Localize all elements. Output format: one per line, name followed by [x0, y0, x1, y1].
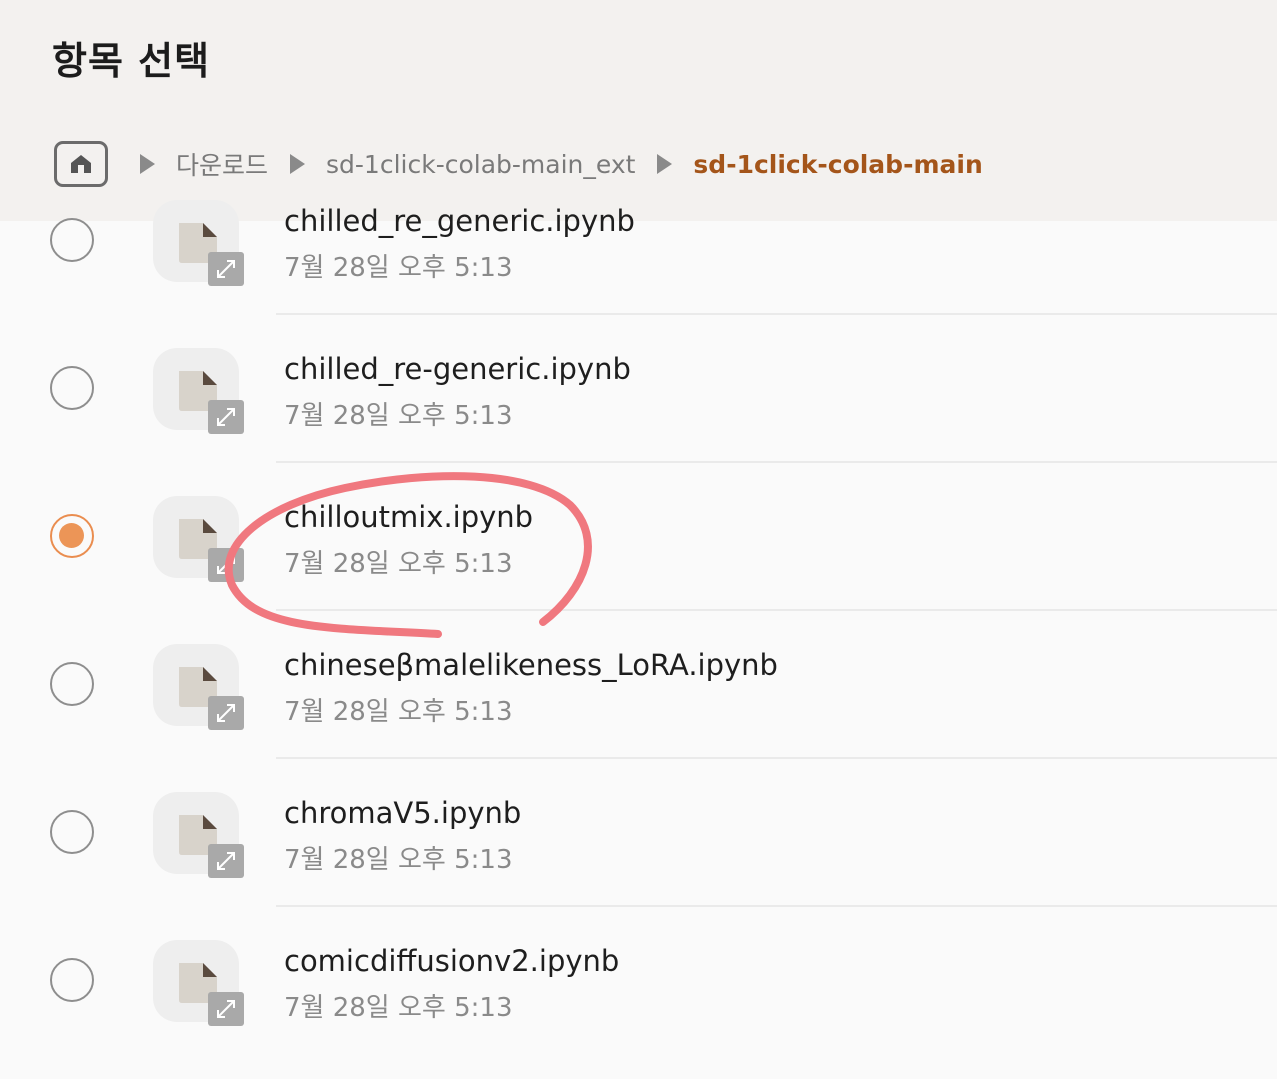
file-thumbnail: [153, 348, 244, 434]
file-date: 7월 28일 오후 5:13: [284, 549, 513, 579]
file-row[interactable]: chilled_re-generic.ipynb 7월 28일 오후 5:13: [0, 344, 1277, 492]
row-divider: [276, 757, 1277, 759]
file-date: 7월 28일 오후 5:13: [284, 401, 513, 431]
file-row[interactable]: chilled_re_generic.ipynb 7월 28일 오후 5:13: [0, 192, 1277, 340]
expand-icon[interactable]: [208, 844, 244, 878]
breadcrumb-item-downloads[interactable]: 다운로드: [176, 146, 268, 182]
row-divider: [276, 313, 1277, 315]
file-list: chilled_re_generic.ipynb 7월 28일 오후 5:13 …: [0, 200, 1277, 1079]
radio-button[interactable]: [50, 366, 94, 410]
chevron-right-icon: [655, 152, 675, 176]
expand-icon[interactable]: [208, 992, 244, 1026]
home-icon: [71, 155, 91, 173]
file-date: 7월 28일 오후 5:13: [284, 697, 513, 727]
file-row-selected[interactable]: chilloutmix.ipynb 7월 28일 오후 5:13: [0, 492, 1277, 640]
file-row[interactable]: chromaV5.ipynb 7월 28일 오후 5:13: [0, 788, 1277, 936]
file-thumbnail: [153, 496, 244, 582]
radio-button-checked[interactable]: [50, 514, 94, 558]
radio-button[interactable]: [50, 810, 94, 854]
file-thumbnail: [153, 200, 244, 286]
file-thumbnail: [153, 644, 244, 730]
expand-icon[interactable]: [208, 400, 244, 434]
chevron-right-icon: [138, 152, 158, 176]
home-button[interactable]: [54, 141, 108, 187]
row-divider: [276, 609, 1277, 611]
file-picker-screen: 항목 선택 다운로드 sd-1click-colab-main_ext sd-1…: [0, 0, 1277, 1079]
file-date: 7월 28일 오후 5:13: [284, 845, 513, 875]
file-row[interactable]: comicdiffusionv2.ipynb 7월 28일 오후 5:13: [0, 936, 1277, 1079]
file-name: comicdiffusionv2.ipynb: [284, 944, 620, 978]
row-divider: [276, 905, 1277, 907]
file-name: chineseβmalelikeness_LoRA.ipynb: [284, 648, 778, 682]
file-thumbnail: [153, 792, 244, 878]
picker-header: 항목 선택 다운로드 sd-1click-colab-main_ext sd-1…: [0, 0, 1277, 221]
radio-button[interactable]: [50, 958, 94, 1002]
chevron-right-icon: [288, 152, 308, 176]
file-name: chromaV5.ipynb: [284, 796, 522, 830]
breadcrumb-item-current: sd-1click-colab-main: [693, 149, 983, 179]
row-divider: [276, 461, 1277, 463]
file-name: chilloutmix.ipynb: [284, 500, 534, 534]
file-name: chilled_re-generic.ipynb: [284, 352, 631, 386]
breadcrumb: 다운로드 sd-1click-colab-main_ext sd-1click-…: [54, 139, 1003, 189]
page-title: 항목 선택: [52, 39, 211, 83]
file-thumbnail: [153, 940, 244, 1026]
expand-icon[interactable]: [208, 252, 244, 286]
file-date: 7월 28일 오후 5:13: [284, 253, 513, 283]
expand-icon[interactable]: [208, 696, 244, 730]
expand-icon[interactable]: [208, 548, 244, 582]
file-name: chilled_re_generic.ipynb: [284, 204, 635, 238]
file-row[interactable]: chineseβmalelikeness_LoRA.ipynb 7월 28일 오…: [0, 640, 1277, 788]
radio-button[interactable]: [50, 218, 94, 262]
breadcrumb-item-ext-folder[interactable]: sd-1click-colab-main_ext: [326, 150, 635, 179]
radio-button[interactable]: [50, 662, 94, 706]
file-date: 7월 28일 오후 5:13: [284, 993, 513, 1023]
